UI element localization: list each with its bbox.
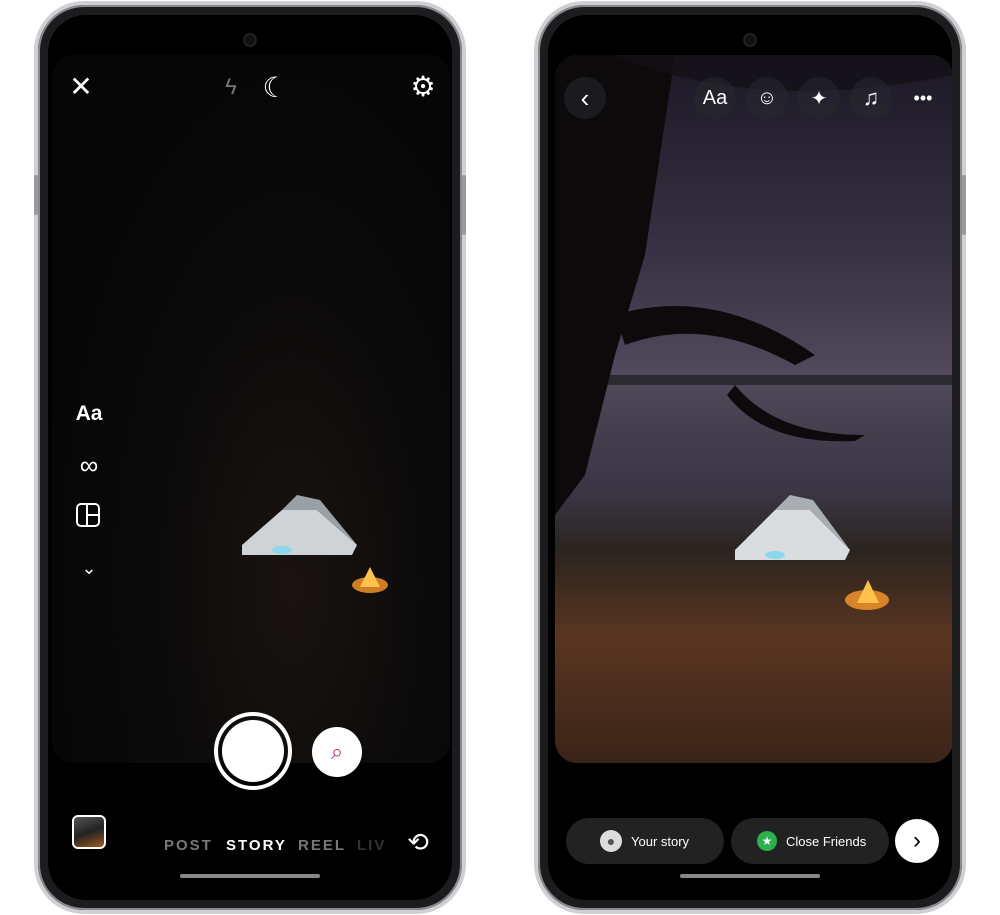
sticker-icon[interactable]: ☺ — [746, 77, 788, 119]
side-button — [962, 175, 966, 235]
side-button — [462, 175, 466, 235]
music-icon[interactable]: ♫ — [850, 77, 892, 119]
mode-story[interactable]: STORY — [226, 837, 287, 854]
mode-reel[interactable]: REEL — [298, 837, 346, 854]
chevron-down-icon[interactable]: ⌄ — [76, 555, 102, 581]
your-story-label: Your story — [631, 833, 690, 849]
shutter-button[interactable] — [214, 712, 292, 790]
next-button[interactable]: › — [895, 819, 939, 863]
night-scene — [242, 495, 388, 593]
night-mode-icon[interactable]: ☾ — [258, 70, 292, 104]
star-icon: ★ — [757, 831, 777, 851]
camera-screen: ✕ ϟ ☾ ⚙ Aa ∞ ⌄ ⌕ POST STORY REEL LIV ⟲ — [48, 15, 452, 900]
settings-icon[interactable]: ⚙ — [408, 71, 438, 102]
back-button[interactable]: ‹ — [564, 77, 606, 119]
mode-live[interactable]: LIV — [357, 837, 386, 854]
story-editor-screen: ‹ Aa ☺ ✦ ♫ ••• ● Your story ★ Close Frie… — [548, 15, 952, 900]
campsite-scene — [555, 55, 952, 610]
layout-icon[interactable] — [76, 503, 100, 527]
story-photo[interactable] — [555, 55, 952, 763]
text-tool[interactable]: Aa — [694, 77, 736, 119]
front-camera — [245, 35, 255, 45]
boomerang-icon[interactable]: ∞ — [72, 450, 106, 480]
flash-off-icon[interactable]: ϟ — [216, 72, 246, 102]
left-phone: ✕ ϟ ☾ ⚙ Aa ∞ ⌄ ⌕ POST STORY REEL LIV ⟲ — [34, 5, 466, 910]
side-button — [34, 175, 38, 215]
more-icon[interactable]: ••• — [902, 77, 944, 119]
right-phone: ‹ Aa ☺ ✦ ♫ ••• ● Your story ★ Close Frie… — [538, 5, 966, 910]
close-friends-button[interactable]: ★ Close Friends — [731, 818, 889, 864]
close-friends-label: Close Friends — [786, 833, 867, 849]
effects-icon[interactable]: ✦ — [798, 77, 840, 119]
home-indicator — [680, 874, 820, 878]
gallery-thumbnail[interactable] — [72, 815, 106, 849]
your-story-button[interactable]: ● Your story — [566, 818, 724, 864]
flip-camera-icon[interactable]: ⟲ — [403, 827, 433, 857]
front-camera — [745, 35, 755, 45]
mode-post[interactable]: POST — [164, 837, 213, 854]
effects-search-icon[interactable]: ⌕ — [312, 727, 362, 777]
home-indicator — [180, 874, 320, 878]
camera-viewfinder[interactable] — [52, 55, 450, 763]
avatar-icon: ● — [600, 830, 622, 852]
text-tool[interactable]: Aa — [72, 400, 106, 428]
close-icon[interactable]: ✕ — [68, 71, 94, 102]
